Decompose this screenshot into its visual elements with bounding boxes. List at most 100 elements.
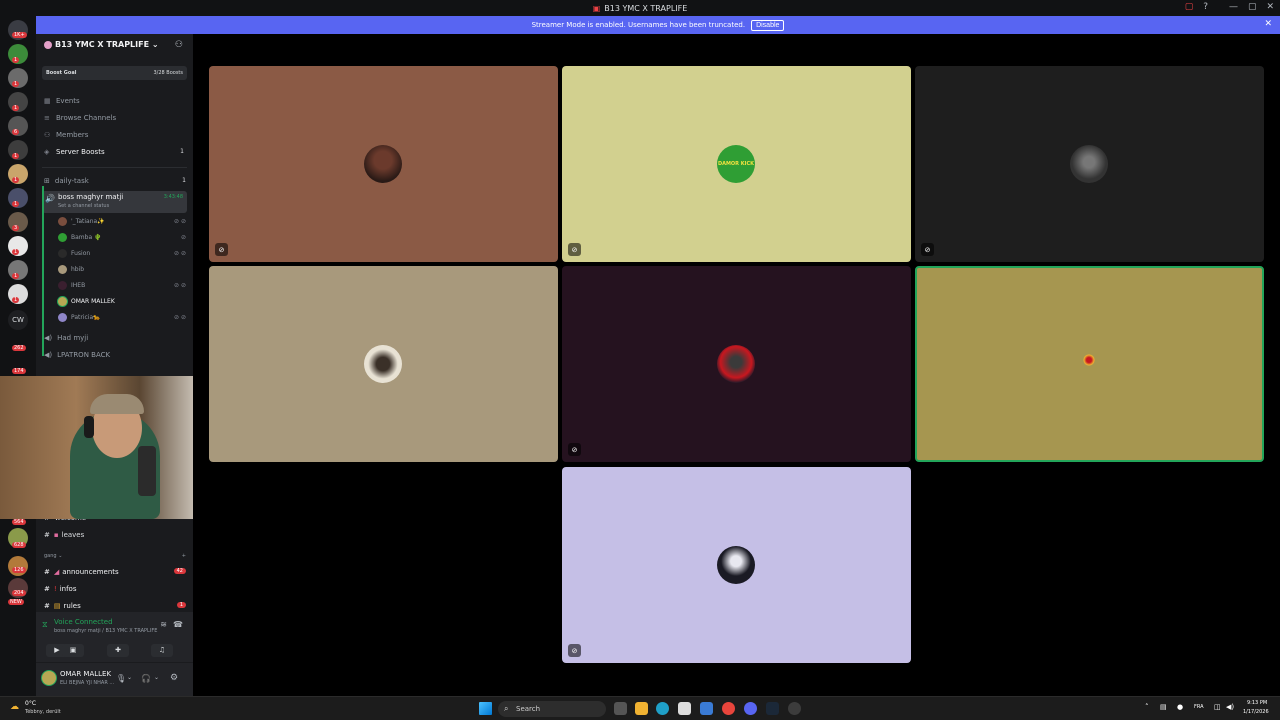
maximize-icon[interactable]: ▢ — [1248, 2, 1257, 12]
mention-badge: 1 — [176, 602, 186, 608]
participant-tile[interactable]: ⊘ — [915, 66, 1264, 262]
nav-browse-channels[interactable]: ≡ Browse Channels — [44, 114, 116, 122]
clock-date[interactable]: 1/17/2026 — [1243, 709, 1269, 715]
disconnect-icon[interactable]: ☎ — [173, 620, 183, 629]
hash-icon: # — [44, 531, 50, 539]
nav-members[interactable]: ⚇ Members — [44, 131, 88, 139]
calendar-icon: ▦ — [44, 97, 51, 105]
mention-badge: 42 — [173, 568, 186, 574]
participant-tile[interactable]: ⊘ — [562, 467, 911, 663]
close-banner-icon[interactable]: ✕ — [1264, 19, 1272, 29]
deafened-indicator-icon: ⊘ — [921, 243, 934, 256]
screen-share-icon[interactable]: ▣ — [62, 644, 84, 657]
chevron-down-icon[interactable]: ⌄ — [154, 674, 159, 681]
wifi-icon[interactable]: ◫ — [1214, 703, 1221, 711]
clock-time[interactable]: 9:13 PM — [1247, 700, 1267, 706]
server-icon-cw[interactable]: CW — [8, 310, 28, 330]
streamer-mode-banner: Streamer Mode is enabled. Usernames have… — [36, 16, 1280, 34]
steam-icon[interactable] — [766, 702, 779, 715]
boost-goal-bar[interactable]: Boost Goal 3/28 Boosts — [42, 66, 187, 80]
discord-icon[interactable] — [744, 702, 757, 715]
network-tray-icon[interactable]: ▤ — [1160, 703, 1167, 711]
channel-leaves[interactable]: # ▪ leaves — [44, 531, 84, 539]
user-status[interactable]: ELI BEJNA YJI NHAR ... — [60, 680, 114, 686]
voice-member[interactable]: IHEB ⊘ ⊘ — [58, 281, 186, 290]
voice-channel[interactable]: ◀) LPATRON BACK — [44, 351, 110, 359]
language-indicator[interactable]: FRA — [1194, 704, 1204, 710]
channel-infos[interactable]: #! infos — [44, 585, 76, 593]
megaphone-icon: ◢ — [53, 568, 60, 576]
guild-badge: 1 — [12, 57, 20, 63]
guild-badge: 174 — [12, 368, 26, 374]
participant-avatar — [364, 345, 402, 383]
participant-tile[interactable]: DAMOR KICK ⊘ — [562, 66, 911, 262]
voice-channel[interactable]: ◀) Had myji — [44, 334, 88, 342]
voice-member[interactable]: Patricia🐆 ⊘ ⊘ — [58, 313, 186, 322]
participant-avatar — [364, 145, 402, 183]
voice-member[interactable]: Bamba 🌵 ⊘ — [58, 233, 186, 242]
edge-icon[interactable] — [656, 702, 669, 715]
server-name: B13 YMC X TRAPLIFE — [55, 40, 150, 49]
disable-streamer-button[interactable]: Disable — [751, 19, 785, 31]
channel-status[interactable]: Set a channel status — [58, 203, 109, 209]
voice-member[interactable]: hbib — [58, 265, 186, 274]
add-channel-icon[interactable]: + — [182, 553, 186, 559]
voice-connected-detail[interactable]: boss maghyr matji / B13 YMC X TRAPLIFE — [54, 628, 157, 634]
voice-member[interactable]: '_Tatiana✨ ⊘ ⊘ — [58, 217, 186, 226]
channel-rules[interactable]: # ▤ rules 1 — [44, 602, 186, 610]
obs-icon[interactable] — [788, 702, 801, 715]
member-name: hbib — [71, 266, 85, 273]
participant-tile[interactable]: ⊘ — [209, 66, 558, 262]
server-rail: 1K+ 1 1 1 6 1 1 1 3 1 1 1 CW 262 174 564… — [0, 16, 36, 696]
category-gang[interactable]: gang ⌄ + — [44, 553, 186, 559]
minimize-icon[interactable]: — — [1229, 2, 1238, 12]
participant-tile[interactable] — [209, 266, 558, 462]
channel-daily-task[interactable]: ⊞ daily-task 1 — [44, 177, 186, 185]
nav-server-boosts[interactable]: ◈ Server Boosts 1 — [44, 148, 184, 156]
store-icon[interactable] — [678, 702, 691, 715]
participant-tile[interactable]: ⊘ — [562, 266, 911, 462]
invite-icon[interactable]: ⚇ — [175, 40, 183, 50]
settings-gear-icon[interactable]: ⚙ — [170, 673, 178, 683]
microphone-icon[interactable]: 🎙 — [116, 674, 126, 683]
avatar[interactable] — [42, 671, 56, 685]
mail-icon[interactable] — [700, 702, 713, 715]
nav-events[interactable]: ▦ Events — [44, 97, 80, 105]
search-icon: ⌕ — [504, 704, 509, 713]
activities-icon[interactable]: ✚ — [107, 644, 129, 657]
muted-indicator-icon: ⊘ — [215, 243, 228, 256]
volume-icon[interactable]: ◀) — [1226, 703, 1234, 711]
voice-timer: 3:43:48 — [163, 194, 183, 200]
voice-member[interactable]: Fusion ⊘ ⊘ — [58, 249, 186, 258]
channel-announcements[interactable]: # ◢ announcements 42 — [44, 568, 186, 576]
voice-member-speaking[interactable]: OMAR MALLEK — [58, 297, 186, 306]
microphone-tray-icon[interactable]: ● — [1177, 703, 1183, 711]
server-header[interactable]: B13 YMC X TRAPLIFE ⌄ — [44, 40, 159, 49]
active-voice-channel[interactable]: 🔊 boss maghyr matji 3:43:48 Set a channe… — [42, 191, 187, 213]
chevron-up-icon[interactable]: ˄ — [1145, 703, 1149, 711]
avatar-logo-text: DAMOR KICK — [717, 161, 755, 167]
help-icon[interactable]: ? — [1203, 2, 1208, 12]
nav-members-label: Members — [56, 131, 89, 139]
task-view-icon[interactable] — [614, 702, 627, 715]
windows-start-icon[interactable] — [479, 702, 492, 715]
headphones-icon[interactable]: 🎧 — [141, 674, 151, 683]
chevron-down-icon[interactable]: ⌄ — [127, 674, 132, 681]
chrome-icon[interactable] — [722, 702, 735, 715]
soundboard-icon[interactable]: ♫ — [151, 644, 173, 657]
inbox-icon[interactable]: ▢ — [1185, 2, 1194, 12]
weather-desc[interactable]: Tébbny, derült — [25, 709, 61, 715]
close-window-icon[interactable]: ✕ — [1266, 2, 1274, 12]
file-explorer-icon[interactable] — [635, 702, 648, 715]
chevron-down-icon: ⌄ — [151, 40, 159, 49]
user-name[interactable]: OMAR MALLEK — [60, 670, 111, 678]
voice-connected-title[interactable]: Voice Connected — [54, 618, 113, 626]
taskbar-search[interactable]: ⌕ Search — [498, 701, 606, 717]
weather-temp[interactable]: 0°C — [25, 700, 36, 707]
participant-tile-speaking[interactable] — [915, 266, 1264, 462]
muted-indicator-icon: ⊘ — [568, 243, 581, 256]
noise-suppression-icon[interactable]: ≋ — [160, 620, 167, 629]
server-icon[interactable] — [8, 556, 28, 576]
channel-label: announcements — [62, 568, 119, 576]
guild-badge: 1 — [12, 105, 20, 111]
